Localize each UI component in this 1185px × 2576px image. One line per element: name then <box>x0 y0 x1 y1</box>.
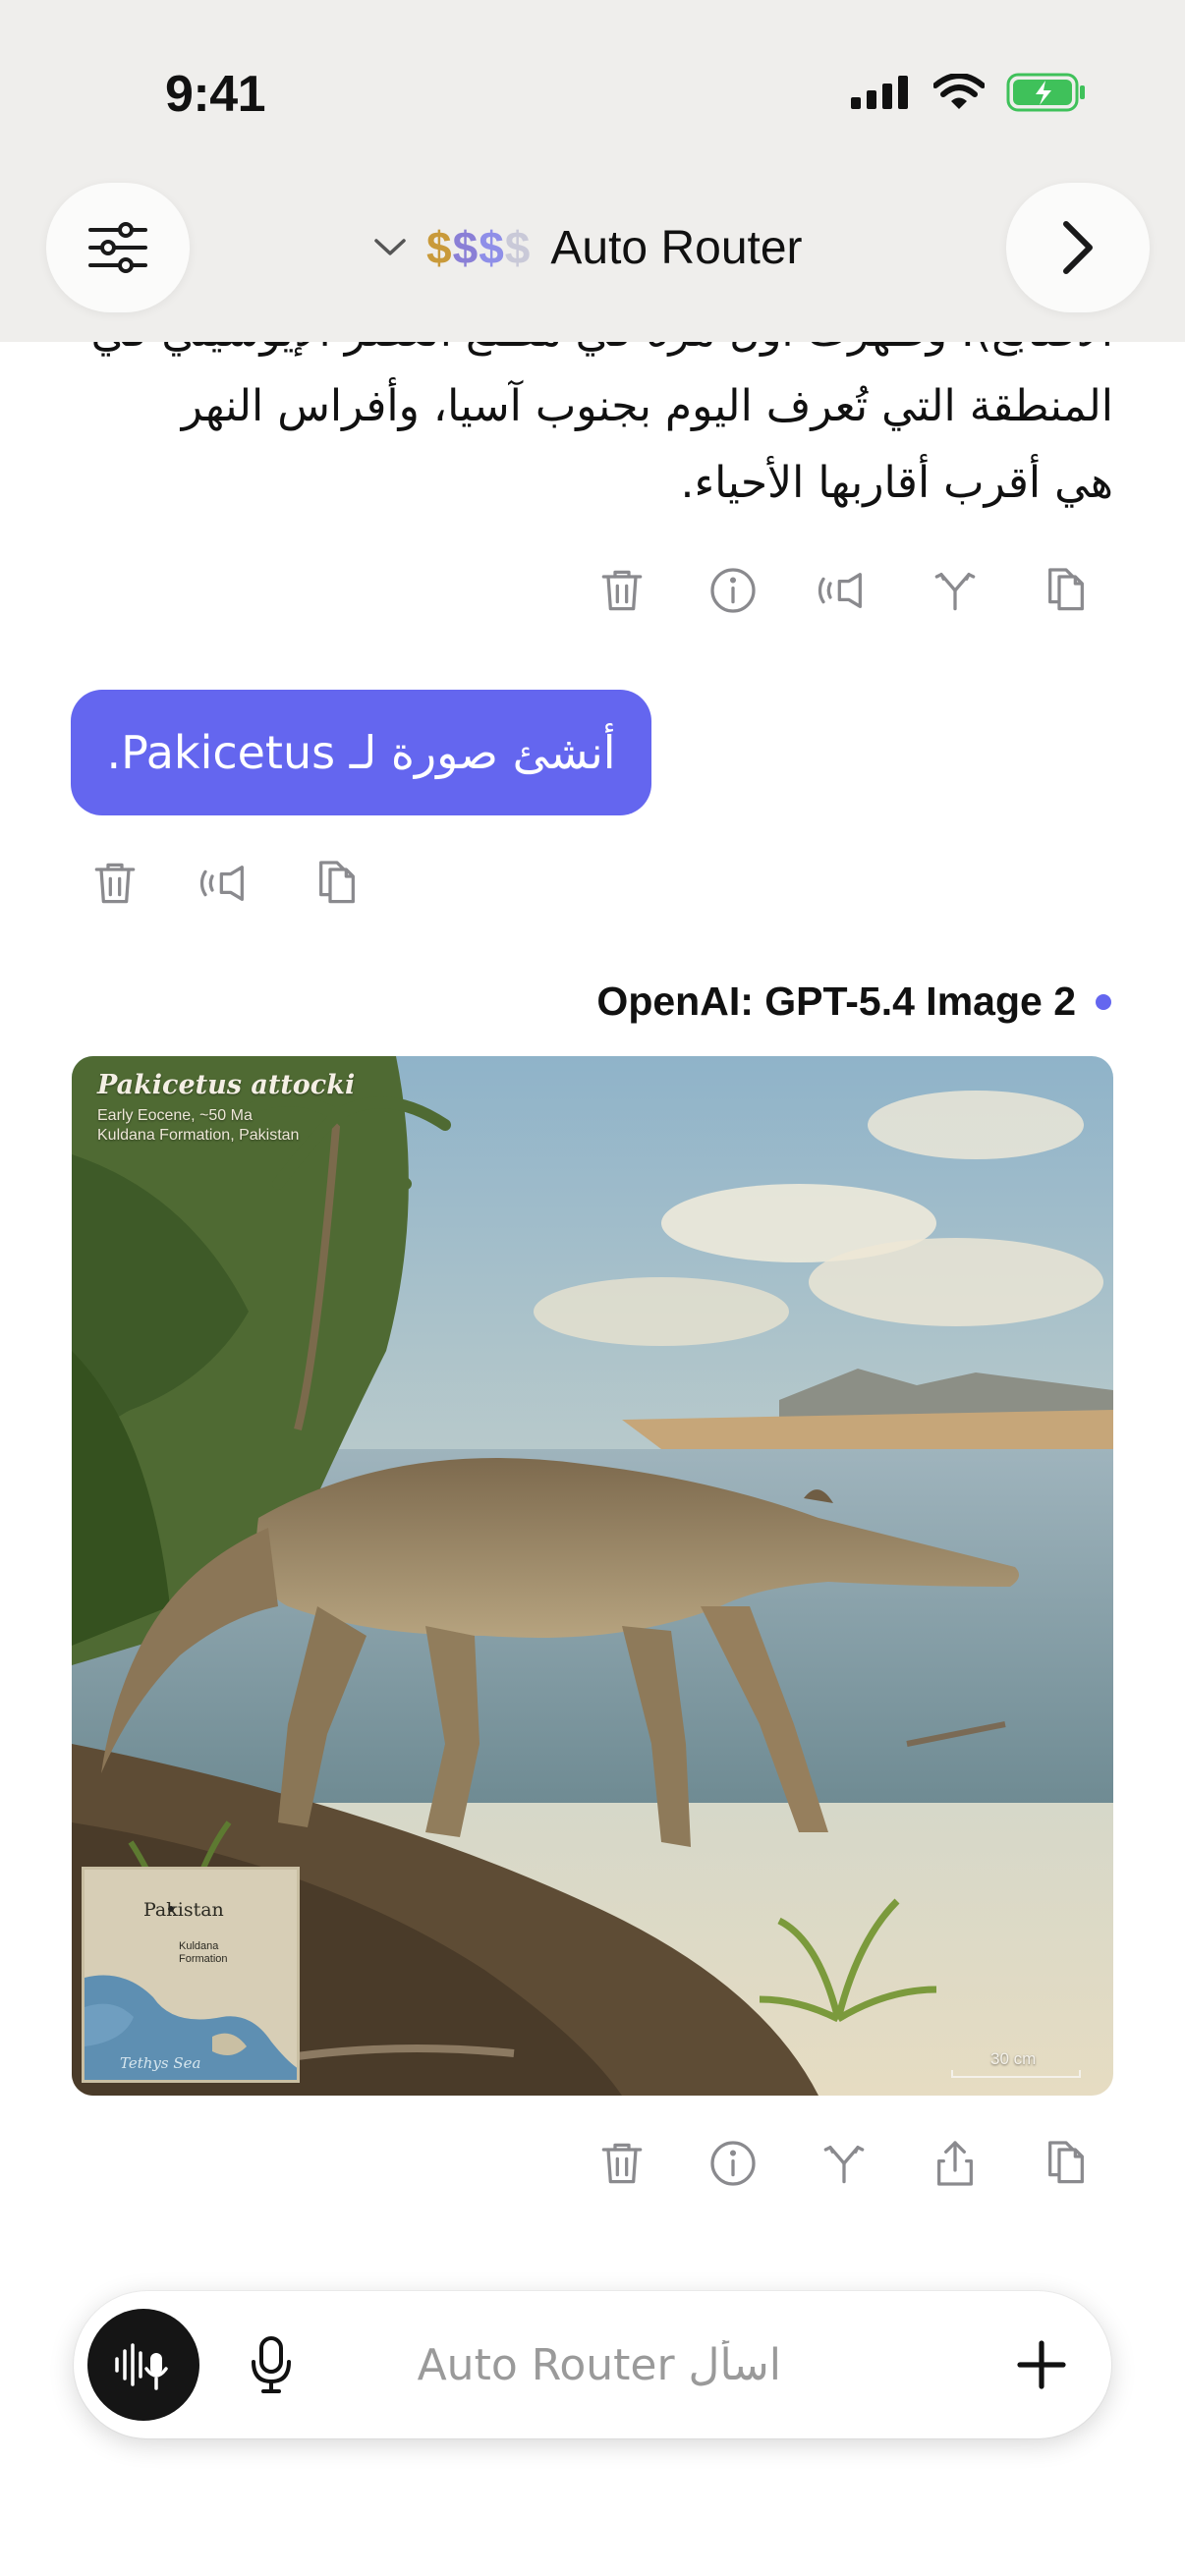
map-label-sea: Tethys Sea <box>120 2054 201 2072</box>
branch-icon <box>823 2146 865 2184</box>
image-message-actions <box>588 2129 1100 2198</box>
next-button[interactable] <box>1006 183 1150 312</box>
status-time: 9:41 <box>165 66 266 123</box>
chat-thread: الأصابع)، وظهرت أول مرة في مطلع العصر ال… <box>0 0 1185 2576</box>
microphone-icon <box>252 2336 291 2393</box>
model-name: Auto Router <box>550 221 803 274</box>
chevron-down-icon <box>374 239 406 255</box>
delete-button[interactable] <box>81 849 149 918</box>
speaker-icon <box>199 866 244 901</box>
model-selector[interactable]: $$$$ $$$$ Auto Router <box>373 216 803 279</box>
read-aloud-button[interactable] <box>810 556 878 625</box>
image-caption-subtitle: Early Eocene, ~50 Ma <box>97 1107 253 1124</box>
share-icon <box>937 2141 973 2186</box>
model-label-text: OpenAI: GPT-5.4 Image 2 <box>596 979 1076 1024</box>
generated-image[interactable]: Pakicetus attocki Early Eocene, ~50 Ma K… <box>72 1056 1113 2096</box>
branch-button[interactable] <box>921 556 989 625</box>
scale-label: 30 cm <box>990 2049 1037 2068</box>
info-button[interactable] <box>699 556 767 625</box>
microphone-button[interactable] <box>241 2334 302 2395</box>
copy-button[interactable] <box>1032 2129 1100 2198</box>
user-message-text: أنشئ صورة لـ Pakicetus. <box>106 726 616 779</box>
delete-button[interactable] <box>588 556 656 625</box>
delete-button[interactable] <box>588 2129 656 2198</box>
read-aloud-button[interactable] <box>192 849 260 918</box>
speaker-icon <box>818 573 862 608</box>
branch-button[interactable] <box>810 2129 878 2198</box>
map-inset: Pakistan Kuldana Formation Tethys Sea <box>82 1867 300 2083</box>
chevron-right-icon <box>1063 221 1093 274</box>
image-caption-location: Kuldana Formation, Pakistan <box>97 1127 300 1144</box>
user-message-actions <box>81 849 371 918</box>
app-header: 9:41 $$$$ Auto Router <box>0 0 1185 342</box>
copy-icon <box>319 861 355 904</box>
copy-icon <box>1048 2141 1084 2184</box>
model-label: OpenAI: GPT-5.4 Image 2 <box>596 979 1111 1025</box>
map-label-place: Kuldana <box>179 1940 219 1952</box>
wifi-icon <box>933 74 985 109</box>
plus-icon <box>1017 2340 1066 2389</box>
info-icon <box>710 568 756 613</box>
model-status-dot <box>1096 993 1111 1010</box>
trash-icon <box>94 863 136 904</box>
settings-button[interactable] <box>46 183 190 312</box>
assistant-message-line: المنطقة التي تُعرف اليوم بجنوب آسيا، وأف… <box>181 381 1113 431</box>
trash-icon <box>601 570 643 611</box>
trash-icon <box>601 2143 643 2184</box>
share-button[interactable] <box>921 2129 989 2198</box>
message-composer <box>74 2291 1111 2438</box>
info-button[interactable] <box>699 2129 767 2198</box>
scale-bar <box>951 2070 1081 2078</box>
copy-button[interactable] <box>1032 556 1100 625</box>
add-attachment-button[interactable] <box>1005 2328 1078 2401</box>
branch-icon <box>934 573 976 611</box>
info-icon <box>710 2141 756 2186</box>
battery-charging-icon <box>1006 73 1085 112</box>
price-tier-indicator: $$$$ $$$$ <box>426 222 532 273</box>
image-caption-title: Pakicetus attocki <box>97 1070 356 1100</box>
assistant-message-line: هي أقرب أقاربها الأحياء. <box>680 458 1113 508</box>
voice-waveform-icon <box>115 2343 168 2390</box>
voice-mode-button[interactable] <box>87 2309 199 2421</box>
assistant-message-actions <box>588 556 1100 625</box>
user-message-bubble: أنشئ صورة لـ Pakicetus. <box>71 690 651 815</box>
map-label-country: Pakistan <box>143 1899 224 1921</box>
message-input[interactable] <box>329 2330 781 2399</box>
map-label-place: Formation <box>179 1953 228 1965</box>
status-indicators <box>851 73 1087 112</box>
copy-button[interactable] <box>303 849 371 918</box>
sliders-icon <box>88 222 147 273</box>
cellular-signal-icon <box>851 76 908 109</box>
copy-icon <box>1048 568 1084 611</box>
